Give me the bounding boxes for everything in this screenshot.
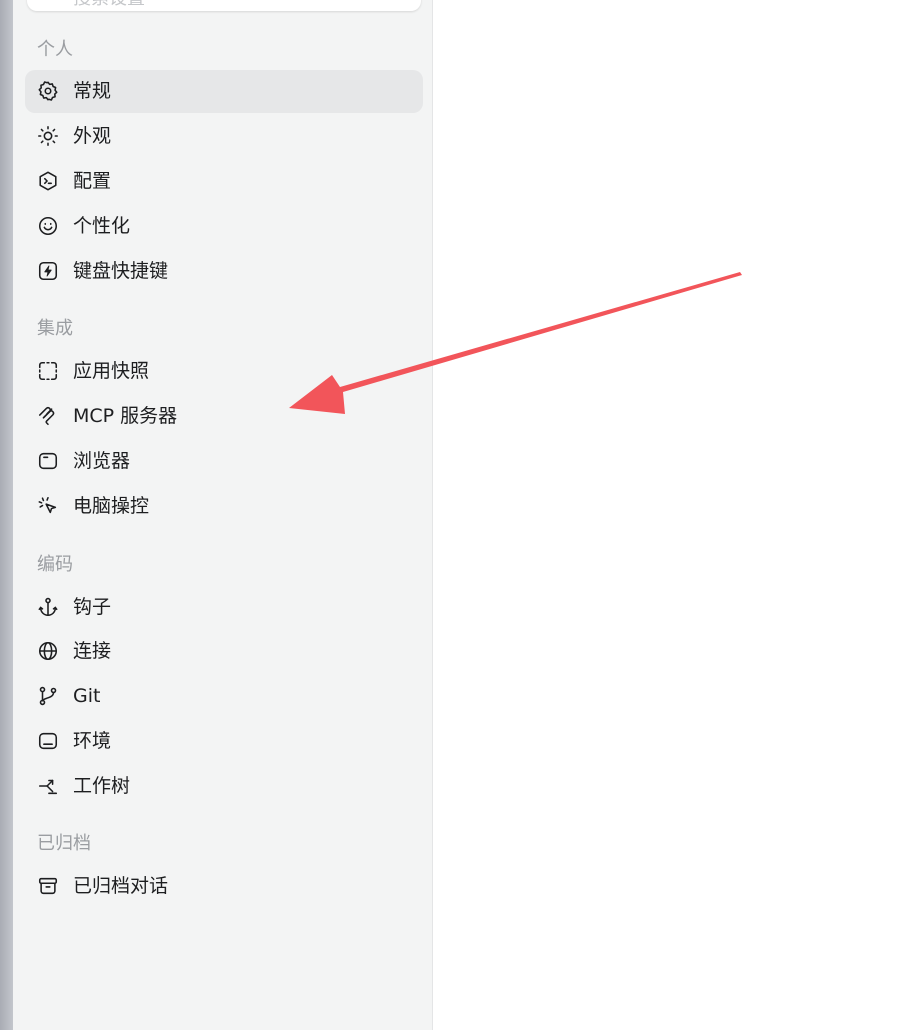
sidebar-item-label: 配置 — [73, 170, 112, 192]
anchor-icon — [37, 596, 59, 618]
sidebar-item-label: 键盘快捷键 — [73, 260, 169, 282]
gear-icon — [37, 80, 59, 102]
terminal-shield-icon — [37, 170, 59, 192]
window-edge — [0, 0, 13, 1030]
sidebar-item-label: 应用快照 — [73, 360, 150, 382]
sidebar-item-config[interactable]: 配置 — [25, 160, 423, 203]
search-input[interactable]: 搜索设置 — [27, 0, 421, 11]
globe-icon — [37, 640, 59, 662]
section-header-personal: 个人 — [37, 39, 73, 60]
sidebar-item-personalize[interactable]: 个性化 — [25, 205, 423, 248]
sidebar-item-computer-control[interactable]: 电脑操控 — [25, 485, 423, 528]
sidebar-item-shortcuts[interactable]: 键盘快捷键 — [25, 250, 423, 293]
sun-icon — [37, 125, 59, 147]
cursor-click-icon — [37, 495, 59, 517]
sidebar-item-label: 电脑操控 — [73, 495, 150, 517]
sidebar-item-browser[interactable]: 浏览器 — [25, 440, 423, 483]
sidebar-item-label: 环境 — [73, 730, 112, 752]
sidebar-item-appearance[interactable]: 外观 — [25, 115, 423, 158]
sidebar-item-general[interactable]: 常规 — [25, 70, 423, 113]
smile-icon — [37, 215, 59, 237]
monitor-icon — [37, 730, 59, 752]
sidebar-item-label: 连接 — [73, 640, 112, 662]
sidebar-item-connections[interactable]: 连接 — [25, 630, 423, 673]
sidebar-item-label: MCP 服务器 — [73, 405, 178, 427]
sidebar-item-label: 工作树 — [73, 775, 131, 797]
worktree-icon — [37, 775, 59, 797]
search-input-text: 搜索设置 — [73, 0, 145, 10]
section-header-integration: 集成 — [37, 318, 73, 339]
sidebar-item-archived-chats[interactable]: 已归档对话 — [25, 865, 423, 908]
git-branch-icon — [37, 685, 59, 707]
sidebar-item-mcp[interactable]: MCP 服务器 — [25, 395, 423, 438]
lightning-icon — [37, 260, 59, 282]
settings-sidebar: 搜索设置 个人 常规 外观 配置 — [13, 0, 433, 1030]
sidebar-item-label: Git — [73, 685, 101, 707]
sidebar-item-label: 钩子 — [73, 596, 112, 618]
mcp-icon — [37, 405, 59, 427]
sidebar-item-worktree[interactable]: 工作树 — [25, 765, 423, 808]
sidebar-item-environment[interactable]: 环境 — [25, 720, 423, 763]
sidebar-item-hooks[interactable]: 钩子 — [25, 586, 423, 629]
capture-frame-icon — [37, 360, 59, 382]
sidebar-item-snapshots[interactable]: 应用快照 — [25, 350, 423, 393]
sidebar-item-label: 已归档对话 — [73, 875, 169, 897]
sidebar-item-label: 常规 — [73, 80, 112, 102]
browser-window-icon — [37, 450, 59, 472]
sidebar-item-git[interactable]: Git — [25, 675, 423, 718]
sidebar-item-label: 浏览器 — [73, 450, 131, 472]
sidebar-item-label: 个性化 — [73, 215, 131, 237]
sidebar-item-label: 外观 — [73, 125, 112, 147]
archive-box-icon — [37, 875, 59, 897]
section-header-coding: 编码 — [37, 554, 73, 575]
section-header-archived: 已归档 — [37, 833, 91, 854]
